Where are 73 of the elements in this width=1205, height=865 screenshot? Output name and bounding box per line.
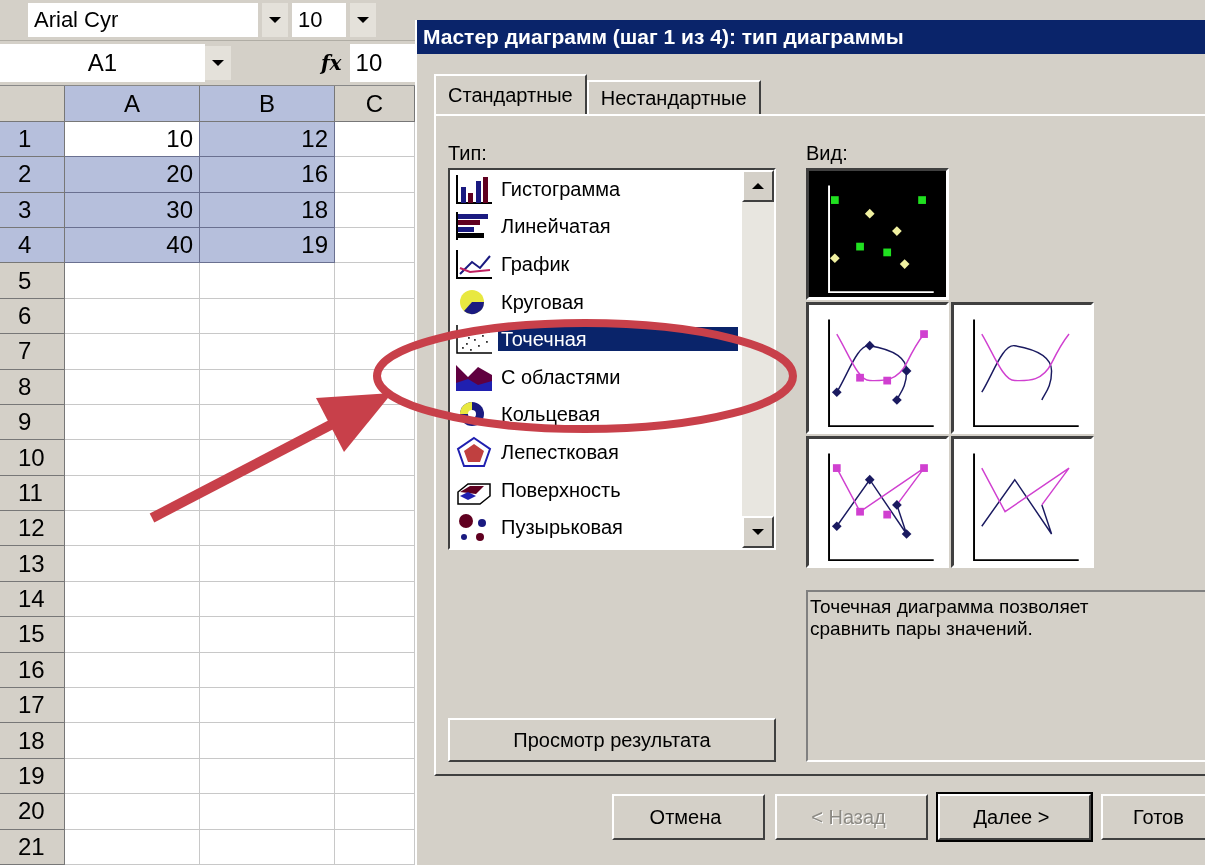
row-header[interactable]: 13	[0, 546, 65, 582]
chart-subtype-tile[interactable]	[951, 436, 1094, 568]
row-header[interactable]: 12	[0, 511, 65, 547]
description-text: Точечная диаграмма позволяет сравнить пары значений.	[806, 590, 1205, 762]
row-header[interactable]: 7	[0, 334, 65, 370]
line-chart-icon	[454, 248, 494, 280]
row-header[interactable]: 6	[0, 298, 65, 335]
view-label: Вид:	[806, 142, 849, 166]
name-dropdown-button[interactable]	[205, 46, 231, 81]
tab[interactable]: Стандартные	[434, 74, 587, 114]
window-title: Мастер диаграмм (шаг 1 из 4): тип диаграммы	[417, 20, 1205, 54]
row-header[interactable]: 16	[0, 652, 65, 689]
column-header[interactable]: C	[335, 86, 415, 122]
chart-subtype-tile[interactable]	[806, 168, 949, 300]
dialog-button[interactable]: Далее >	[938, 794, 1091, 840]
list-item[interactable]: Кольцевая	[498, 402, 604, 427]
scroll-up-button[interactable]	[742, 170, 774, 202]
row-header[interactable]: 21	[0, 829, 65, 865]
table-cell: 18	[200, 192, 335, 228]
chart-subtype-tile[interactable]	[806, 302, 949, 434]
dialog-button[interactable]: Отмена	[612, 794, 765, 840]
row-header[interactable]: 1	[0, 121, 65, 158]
chart-subtype-tile[interactable]	[806, 436, 949, 568]
row-header[interactable]: 9	[0, 404, 65, 441]
scrollbar[interactable]	[742, 170, 774, 548]
list-item[interactable]: С областями	[498, 364, 624, 389]
row-header[interactable]: 14	[0, 581, 65, 618]
row-header[interactable]: 19	[0, 758, 65, 795]
scroll-down-button[interactable]	[742, 516, 774, 548]
row-header[interactable]: 15	[0, 617, 65, 653]
row-header[interactable]: 5	[0, 263, 65, 299]
column-header[interactable]: B	[200, 86, 335, 122]
table-cell: 40	[65, 227, 200, 264]
list-item[interactable]: Поверхность	[498, 477, 624, 502]
table-cell: 12	[200, 121, 335, 158]
chart-subtype-tile[interactable]	[951, 302, 1094, 434]
table-cell: 20	[65, 157, 200, 193]
row-header[interactable]: 18	[0, 723, 65, 759]
type-label: Тип:	[448, 142, 488, 166]
font-name-field[interactable]: Arial Cyr	[28, 2, 258, 37]
list-item[interactable]: Линейчатая	[498, 214, 614, 239]
row-header[interactable]: 3	[0, 192, 65, 228]
row-header[interactable]: 8	[0, 369, 65, 405]
formula-field[interactable]: 10	[349, 44, 415, 83]
preview-button[interactable]: Просмотр результата	[448, 718, 776, 762]
column-chart-icon	[454, 172, 494, 205]
chart-type-list[interactable]: Гистограмма Линейчатая График Круговая Точечная С областями Кольцевая Лепестковая Поверхность Пузырьковая	[448, 168, 776, 550]
row-header[interactable]: 17	[0, 688, 65, 724]
size-dropdown-button[interactable]	[350, 2, 376, 37]
column-header[interactable]: A	[65, 86, 200, 122]
list-item[interactable]: Лепестковая	[498, 439, 622, 464]
tab[interactable]: Нестандартные	[586, 80, 761, 114]
row-header[interactable]: 2	[0, 157, 65, 193]
table-cell: 10	[65, 121, 200, 158]
scatter-chart-icon	[454, 323, 494, 356]
row-header[interactable]: 20	[0, 794, 65, 830]
function-label[interactable]: fx	[321, 51, 342, 76]
name-box[interactable]: A1	[0, 44, 205, 83]
table-cell: 19	[200, 227, 335, 264]
dialog-button[interactable]: Готов	[1101, 794, 1205, 840]
list-item[interactable]: График	[498, 252, 573, 276]
table-cell: 30	[65, 192, 200, 228]
row-header[interactable]: 11	[0, 475, 65, 512]
list-item[interactable]: Пузырьковая	[498, 515, 626, 540]
list-item[interactable]: Круговая	[498, 289, 587, 314]
table-cell: 16	[200, 157, 335, 193]
font-dropdown-button[interactable]	[262, 2, 288, 37]
radar-chart-icon	[454, 435, 494, 468]
row-header[interactable]: 4	[0, 227, 65, 264]
row-header[interactable]: 10	[0, 440, 65, 476]
corner-cell[interactable]	[0, 86, 65, 122]
font-size-field[interactable]: 10	[292, 2, 346, 37]
list-item[interactable]: Гистограмма	[498, 176, 624, 201]
